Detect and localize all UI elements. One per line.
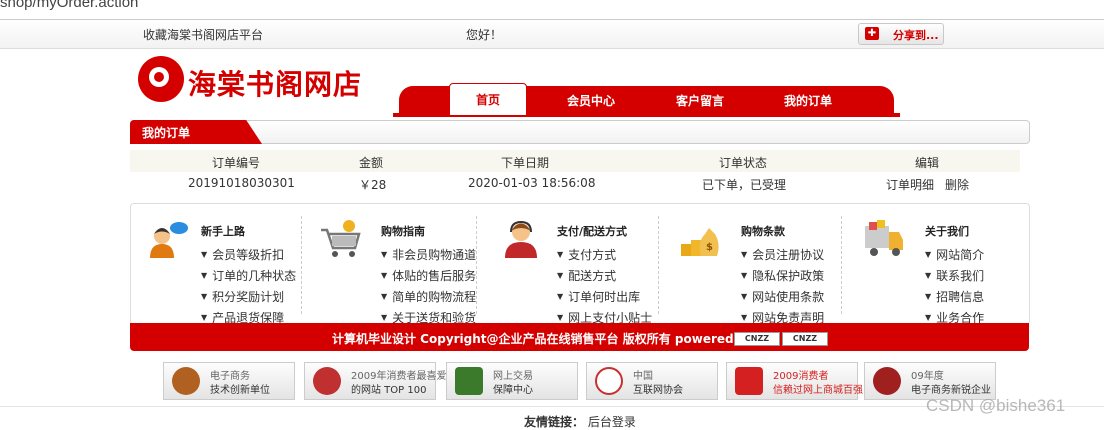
watermark: CSDN @bishe361	[926, 396, 1066, 415]
copyright-text: 计算机毕业设计 Copyright@企业产品在线销售平台 版权所有 powere…	[332, 332, 755, 346]
column-header-amount: 金额	[359, 156, 384, 170]
share-button[interactable]: ✚ 分享到...	[858, 23, 944, 45]
help-column-title: 支付/配送方式	[557, 225, 628, 238]
help-link[interactable]: 招聘信息	[925, 287, 984, 308]
help-link[interactable]: 支付方式	[557, 245, 652, 266]
nav-item-my-orders[interactable]: 我的订单	[784, 92, 832, 109]
column-header-date: 下单日期	[501, 156, 550, 170]
order-id-cell: 20191018030301	[188, 176, 295, 190]
trust-logo-icon	[735, 367, 763, 395]
help-column-title: 购物指南	[381, 225, 425, 238]
help-column-title: 购物条款	[741, 225, 785, 238]
help-link[interactable]: 会员等级折扣	[201, 245, 296, 266]
help-column-terms: $ 购物条款 会员注册协议 隐私保护政策 网站使用条款 网站免责声明	[679, 214, 839, 325]
cert-badge[interactable]: 2009年消费者最喜爱 的网站 TOP 100	[304, 362, 446, 400]
orders-table: 订单编号 金额 下单日期 订单状态 编辑 20191018030301 ￥28 …	[130, 150, 1020, 194]
table-row: 20191018030301 ￥28 2020-01-03 18:56:08 已…	[130, 172, 1020, 194]
help-center: 新手上路 会员等级折扣 订单的几种状态 积分奖励计划 产品退货保障 购物指南 非…	[130, 203, 1030, 325]
nav-item-guestbook[interactable]: 客户留言	[676, 92, 724, 109]
help-link[interactable]: 联系我们	[925, 266, 984, 287]
top100-icon	[313, 367, 341, 395]
favorite-link[interactable]: 收藏海棠书阁网店平台	[143, 26, 263, 43]
help-column-about-us: 关于我们 网站简介 联系我们 招聘信息 业务合作	[863, 214, 1023, 325]
section-tab: 我的订单	[130, 120, 262, 144]
stamp-icon	[595, 367, 623, 395]
status-cell: 已下单，已受理	[702, 178, 787, 192]
cert-badge[interactable]: 09年度 电子商务新锐企业	[864, 362, 996, 400]
help-column-payment-delivery: 支付/配送方式 支付方式 配送方式 订单何时出库 网上支付小贴士	[501, 214, 661, 325]
greeting-text: 您好！	[466, 28, 503, 42]
help-link[interactable]: 订单的几种状态	[201, 266, 296, 287]
order-detail-link[interactable]: 订单明细	[886, 176, 934, 193]
help-link[interactable]: 会员注册协议	[741, 245, 824, 266]
cert-badge[interactable]: 2009消费者 信赖过网上商城百强	[726, 362, 863, 400]
cert-badge[interactable]: 网上交易 保障中心	[446, 362, 578, 400]
help-link[interactable]: 网站简介	[925, 245, 984, 266]
top-bar: 收藏海棠书阁网店平台 您好！ ✚ 分享到...	[0, 19, 1104, 49]
customer-service-icon	[150, 222, 188, 258]
headset-agent-icon	[505, 220, 537, 258]
date-cell: 2020-01-03 18:56:08	[468, 176, 596, 190]
cert-seal-icon	[172, 367, 200, 395]
logo-emblem-icon	[138, 56, 184, 102]
site-logo[interactable]: 海棠书阁网店	[138, 56, 378, 102]
section-title: 我的订单	[142, 126, 191, 140]
certification-strip: 电子商务 技术创新单位 2009年消费者最喜爱 的网站 TOP 100 网上交易…	[163, 362, 996, 400]
award-seal-icon	[873, 367, 901, 395]
delete-order-link[interactable]: 删除	[945, 176, 969, 193]
friendly-links: 友情链接： 后台登录	[524, 413, 636, 430]
amount-cell: ￥28	[359, 178, 387, 192]
table-header-row: 订单编号 金额 下单日期 订单状态 编辑	[130, 150, 1020, 172]
column-header-order-id: 订单编号	[212, 156, 261, 170]
cnzz-badge[interactable]: CNZZ	[734, 332, 780, 346]
help-link[interactable]: 网站使用条款	[741, 287, 824, 308]
nav-item-home[interactable]: 首页	[449, 83, 527, 115]
help-link[interactable]: 积分奖励计划	[201, 287, 296, 308]
delivery-truck-icon	[865, 220, 903, 256]
section-header: 我的订单	[130, 120, 1030, 144]
copyright-bar: 计算机毕业设计 Copyright@企业产品在线销售平台 版权所有 powere…	[130, 323, 1029, 351]
cert-badge[interactable]: 中国 互联网协会	[586, 362, 718, 400]
help-link[interactable]: 隐私保护政策	[741, 266, 824, 287]
money-bag-icon: $	[681, 228, 719, 256]
help-link[interactable]: 非会员购物通道	[381, 245, 476, 266]
column-header-edit: 编辑	[915, 156, 940, 170]
column-header-status: 订单状态	[719, 156, 768, 170]
address-bar-url: shop/myOrder.action	[0, 0, 139, 11]
help-column-title: 关于我们	[925, 225, 969, 238]
logo-text: 海棠书阁网店	[188, 68, 363, 101]
help-column-shopping-guide: 购物指南 非会员购物通道 体贴的售后服务 简单的购物流程 关于送货和验货	[319, 214, 479, 325]
help-column-newbie: 新手上路 会员等级折扣 订单的几种状态 积分奖励计划 产品退货保障	[147, 214, 307, 325]
svg-text:$: $	[706, 242, 713, 253]
share-label: 分享到...	[893, 29, 939, 42]
cnzz-badge[interactable]: CNZZ	[782, 332, 828, 346]
cert-badge[interactable]: 电子商务 技术创新单位	[163, 362, 295, 400]
shopping-cart-icon	[321, 220, 361, 257]
shield-icon	[455, 367, 483, 395]
help-link[interactable]: 简单的购物流程	[381, 287, 476, 308]
help-link[interactable]: 体贴的售后服务	[381, 266, 476, 287]
main-nav: 首页 会员中心 客户留言 我的订单	[393, 83, 900, 117]
help-link[interactable]: 订单何时出库	[557, 287, 652, 308]
nav-item-member-center[interactable]: 会员中心	[567, 92, 615, 109]
help-link[interactable]: 配送方式	[557, 266, 652, 287]
help-column-title: 新手上路	[201, 225, 245, 238]
plus-icon: ✚	[865, 27, 879, 40]
